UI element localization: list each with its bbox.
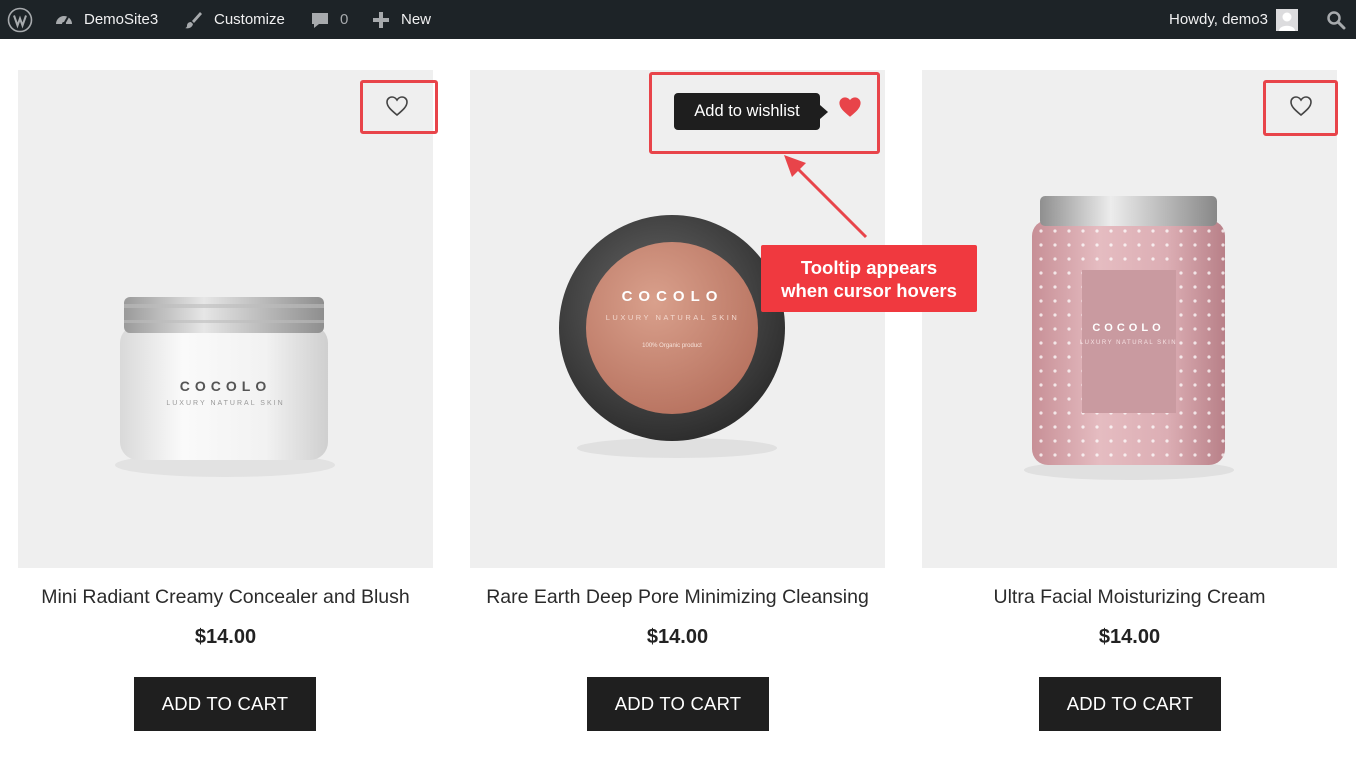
site-name-label: DemoSite3: [84, 11, 159, 28]
product-title[interactable]: Rare Earth Deep Pore Minimizing Cleansin…: [470, 586, 885, 609]
product-card: COCOLO LUXURY NATURAL SKIN Mini Radiant …: [18, 70, 433, 731]
dashboard-icon: [54, 10, 74, 30]
tagline-label: LUXURY NATURAL SKIN: [1079, 340, 1178, 346]
callout-line-2: when cursor hovers: [781, 279, 957, 301]
highlight-box: [1263, 80, 1338, 136]
search-icon: [1326, 10, 1346, 30]
product-image[interactable]: COCOLO LUXURY NATURAL SKIN: [18, 70, 433, 568]
white-jar-image: [115, 297, 335, 477]
my-account-menu[interactable]: Howdy, demo3: [1169, 0, 1298, 39]
customize-link[interactable]: Customize: [183, 0, 285, 39]
heart-filled-icon: [838, 96, 862, 123]
brush-icon: [183, 10, 203, 30]
wordpress-logo-button[interactable]: [7, 0, 33, 39]
tagline-label: LUXURY NATURAL SKIN: [166, 400, 285, 407]
tagline-label: LUXURY NATURAL SKIN: [605, 313, 740, 322]
product-title[interactable]: Ultra Facial Moisturizing Cream: [922, 586, 1337, 609]
add-to-cart-button[interactable]: ADD TO CART: [134, 677, 316, 731]
product-image[interactable]: COCOLO LUXURY NATURAL SKIN: [922, 70, 1337, 568]
admin-bar: DemoSite3 Customize 0 New Howdy, demo3: [0, 0, 1356, 39]
brand-label: COCOLO: [179, 378, 272, 394]
wordpress-icon: [7, 7, 33, 33]
pink-jar-image: [1024, 196, 1234, 480]
product-title[interactable]: Mini Radiant Creamy Concealer and Blush: [18, 586, 433, 609]
comments-link[interactable]: 0: [310, 0, 348, 39]
plus-icon: [372, 11, 390, 29]
wishlist-tooltip: Add to wishlist: [674, 93, 828, 130]
add-to-cart-button[interactable]: ADD TO CART: [1039, 677, 1221, 731]
product-price: $14.00: [1098, 626, 1161, 648]
site-name-menu[interactable]: DemoSite3: [54, 0, 158, 39]
comments-count: 0: [340, 11, 349, 28]
new-content-menu[interactable]: New: [372, 0, 431, 39]
avatar: [1275, 8, 1298, 31]
product-price: $14.00: [194, 626, 257, 648]
product-price: $14.00: [646, 626, 709, 648]
highlight-box: [360, 80, 438, 134]
new-label: New: [401, 11, 432, 28]
comment-icon: [310, 10, 330, 30]
annotation-callout: Tooltip appears when cursor hovers: [761, 245, 977, 312]
search-button[interactable]: [1326, 0, 1346, 39]
organic-label: 100% Organic product: [642, 343, 702, 349]
greeting-label: Howdy, demo3: [1169, 11, 1268, 28]
wishlist-button-active[interactable]: [835, 94, 865, 124]
product-card: COCOLO LUXURY NATURAL SKIN Ultra Facial …: [922, 70, 1337, 731]
callout-line-1: Tooltip appears: [800, 256, 938, 278]
add-to-cart-button[interactable]: ADD TO CART: [587, 677, 769, 731]
brand-label: COCOLO: [1092, 322, 1165, 334]
customize-label: Customize: [214, 11, 285, 28]
